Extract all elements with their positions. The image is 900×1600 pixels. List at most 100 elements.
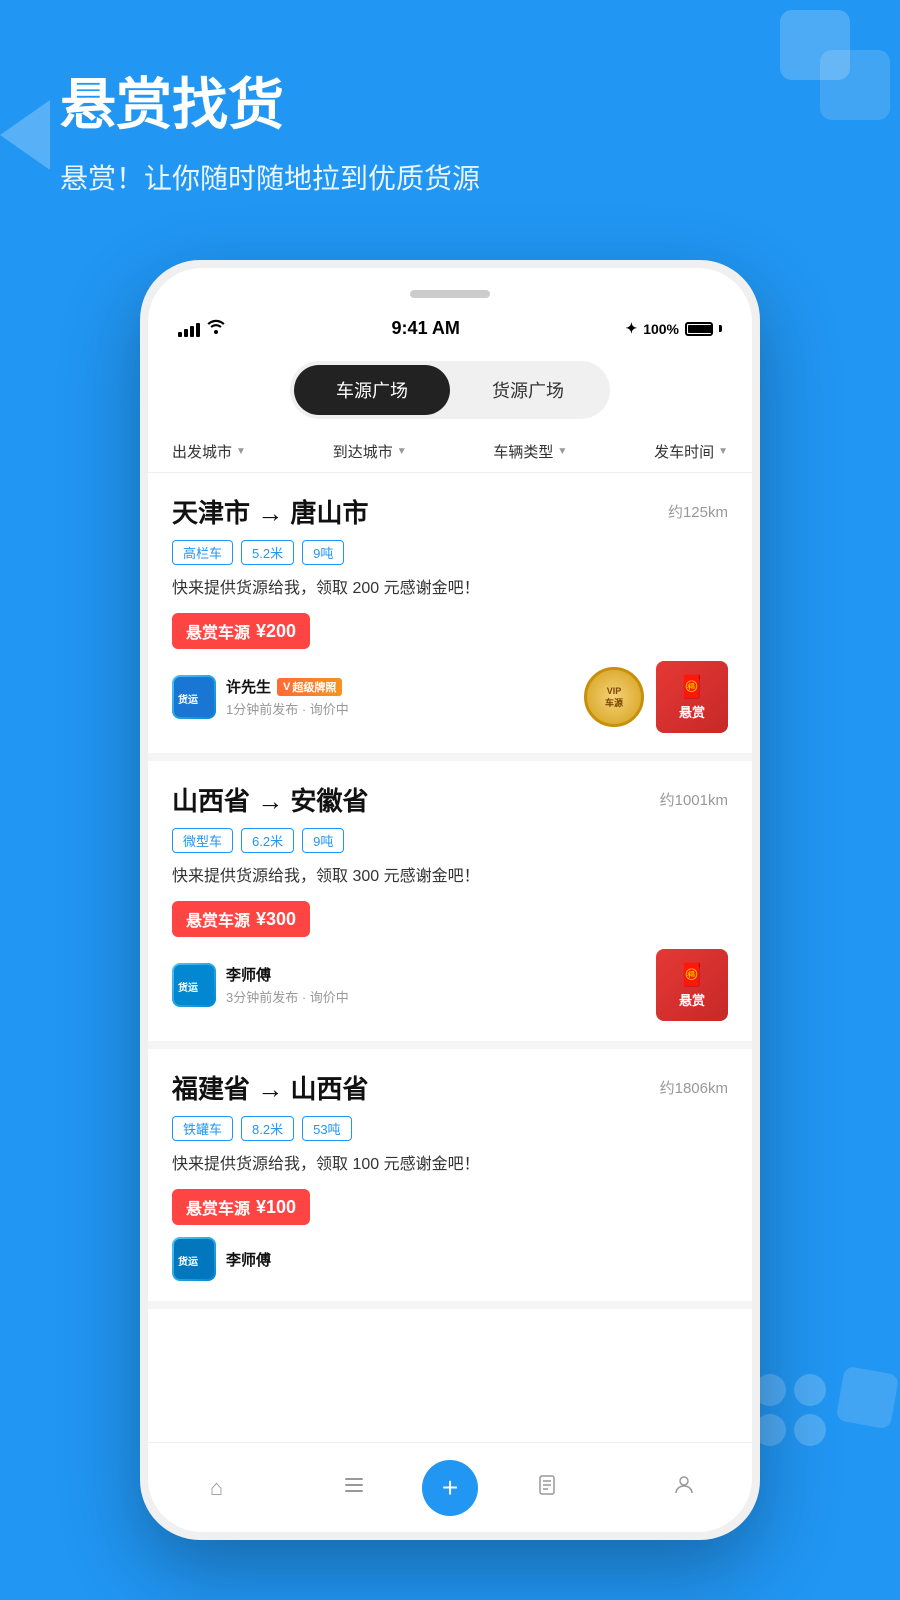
envelope-icon-2: 🧧 (678, 962, 705, 988)
phone-speaker (410, 290, 490, 298)
phone-screen: 9:41 AM ✦ 100% 车源广场 货源广场 出发城市 ▼ (148, 268, 752, 1532)
nav-profile[interactable] (615, 1473, 752, 1503)
filter-depart-city[interactable]: 出发城市 ▼ (172, 441, 246, 462)
filter-time-arrow: ▼ (718, 446, 728, 457)
filter-vehicle-type[interactable]: 车辆类型 ▼ (493, 441, 567, 462)
tag-weight-2: 9吨 (302, 828, 344, 853)
listing-card-2: 山西省 → 安徽省 约1001km 微型车 6.2米 9吨 快来提供货源给我，领… (148, 761, 752, 1049)
filter-depart-time[interactable]: 发车时间 ▼ (654, 441, 728, 462)
nav-add-button[interactable]: + (422, 1460, 478, 1516)
listing-2-tags: 微型车 6.2米 9吨 (172, 828, 728, 853)
bg-decoration-bottom (740, 1360, 900, 1520)
poster-2-avatar: 货运 (172, 963, 216, 1007)
reward-label-2: 悬赏车源 (186, 907, 250, 931)
svg-text:货运: 货运 (178, 1255, 198, 1268)
listing-2-footer: 货运 李师傅 3分钟前发布 · 询价中 🧧 (172, 949, 728, 1021)
poster-1-avatar: 货运 (172, 675, 216, 719)
wifi-icon (206, 318, 226, 339)
filter-time-label: 发车时间 (654, 441, 714, 462)
status-right: ✦ 100% (625, 320, 722, 337)
tag-weight: 9吨 (302, 540, 344, 565)
poster-2-time: 3分钟前发布 · 询价中 (226, 987, 349, 1006)
svg-text:货运: 货运 (178, 693, 198, 706)
tag-vehicle-type: 高栏车 (172, 540, 233, 565)
listing-card-1: 天津市 → 唐山市 约125km 高栏车 5.2米 9吨 快来提供货源给我，领取… (148, 473, 752, 761)
listing-card-3: 福建省 → 山西省 约1806km 铁罐车 8.2米 53吨 快来提供货源给我，… (148, 1049, 752, 1309)
phone-mockup: 9:41 AM ✦ 100% 车源广场 货源广场 出发城市 ▼ (140, 260, 760, 1540)
nav-list[interactable] (285, 1473, 422, 1503)
filter-vehicle-label: 车辆类型 (493, 441, 553, 462)
listing-3-footer: 货运 李师傅 (172, 1237, 728, 1281)
tab-vehicle-square[interactable]: 车源广场 (294, 365, 450, 415)
poster-1-name: 许先生 V 超级牌照 (226, 676, 349, 697)
list-icon (342, 1473, 366, 1503)
listing-2-reward-badge: 悬赏车源 ¥300 (172, 901, 310, 937)
listing-1-reward-badge: 悬赏车源 ¥200 (172, 613, 310, 649)
nav-home[interactable]: ⌂ (148, 1475, 285, 1501)
listing-3-desc: 快来提供货源给我，领取 100 元感谢金吧！ (172, 1153, 728, 1177)
tag-length: 5.2米 (241, 540, 294, 565)
poster-2-details: 李师傅 3分钟前发布 · 询价中 (226, 964, 349, 1006)
page-title: 悬赏找货 (60, 60, 840, 141)
listing-2-poster: 货运 李师傅 3分钟前发布 · 询价中 (172, 963, 349, 1007)
poster-3-avatar: 货运 (172, 1237, 216, 1281)
status-left (178, 318, 226, 339)
signal-icon (178, 321, 200, 337)
bottom-navigation: ⌂ + (148, 1442, 752, 1532)
page-subtitle: 悬赏！让你随时随地拉到优质货源 (60, 157, 840, 197)
add-icon: + (442, 1474, 458, 1502)
poster-3-details: 李师傅 (226, 1249, 271, 1270)
battery-percent: 100% (643, 321, 679, 337)
listing-2-route: 山西省 → 安徽省 (172, 781, 368, 818)
listing-1-distance: 约125km (668, 501, 728, 522)
envelope-icon-1: 🧧 (678, 674, 705, 700)
nav-orders[interactable] (478, 1473, 615, 1503)
tag-vehicle-type-2: 微型车 (172, 828, 233, 853)
filter-depart-label: 出发城市 (172, 441, 232, 462)
reward-label-3: 悬赏车源 (186, 1195, 250, 1219)
orders-icon (535, 1473, 559, 1503)
tag-vehicle-type-3: 铁罐车 (172, 1116, 233, 1141)
filter-depart-arrow: ▼ (236, 446, 246, 457)
tab-switcher: 车源广场 货源广场 (168, 361, 732, 419)
header-section: 悬赏找货 悬赏！让你随时随地拉到优质货源 (0, 0, 900, 227)
filter-arrive-arrow: ▼ (397, 446, 407, 457)
tag-length-3: 8.2米 (241, 1116, 294, 1141)
reward-button-1[interactable]: 🧧 悬赏 (656, 661, 728, 733)
reward-label-1: 悬赏车源 (186, 619, 250, 643)
reward-amount-1: ¥200 (256, 621, 296, 642)
tag-length-2: 6.2米 (241, 828, 294, 853)
listing-3-header: 福建省 → 山西省 约1806km (172, 1069, 728, 1106)
home-icon: ⌂ (210, 1475, 223, 1501)
status-time: 9:41 AM (392, 318, 460, 339)
battery-icon (685, 322, 713, 336)
listing-1-route: 天津市 → 唐山市 (172, 493, 368, 530)
poster-2-name: 李师傅 (226, 964, 349, 985)
poster-3-name: 李师傅 (226, 1249, 271, 1270)
vip-badge-1: V 超级牌照 (277, 678, 342, 696)
listing-1-header: 天津市 → 唐山市 约125km (172, 493, 728, 530)
listing-2-distance: 约1001km (660, 789, 728, 810)
svg-text:货运: 货运 (178, 981, 198, 994)
listing-1-poster: 货运 许先生 V 超级牌照 (172, 675, 349, 719)
profile-icon (672, 1473, 696, 1503)
reward-button-2[interactable]: 🧧 悬赏 (656, 949, 728, 1021)
listing-3-route: 福建省 → 山西省 (172, 1069, 368, 1106)
listing-1-footer: 货运 许先生 V 超级牌照 (172, 661, 728, 733)
filter-arrive-city[interactable]: 到达城市 ▼ (333, 441, 407, 462)
poster-1-details: 许先生 V 超级牌照 1分钟前发布 · 询价中 (226, 676, 349, 718)
poster-1-time: 1分钟前发布 · 询价中 (226, 699, 349, 718)
listing-1-tags: 高栏车 5.2米 9吨 (172, 540, 728, 565)
tab-cargo-square[interactable]: 货源广场 (450, 365, 606, 415)
nav-items: ⌂ + (148, 1460, 752, 1516)
listing-3-poster: 货运 李师傅 (172, 1237, 271, 1281)
vip-stamp-1: VIP 车源 (584, 667, 644, 727)
reward-amount-2: ¥300 (256, 909, 296, 930)
tab-container: 车源广场 货源广场 (290, 361, 610, 419)
listings-container: 天津市 → 唐山市 约125km 高栏车 5.2米 9吨 快来提供货源给我，领取… (148, 473, 752, 1532)
filter-arrive-label: 到达城市 (333, 441, 393, 462)
status-bar: 9:41 AM ✦ 100% (148, 268, 752, 349)
reward-amount-3: ¥100 (256, 1197, 296, 1218)
battery-tip (719, 325, 722, 332)
listing-3-distance: 约1806km (660, 1077, 728, 1098)
